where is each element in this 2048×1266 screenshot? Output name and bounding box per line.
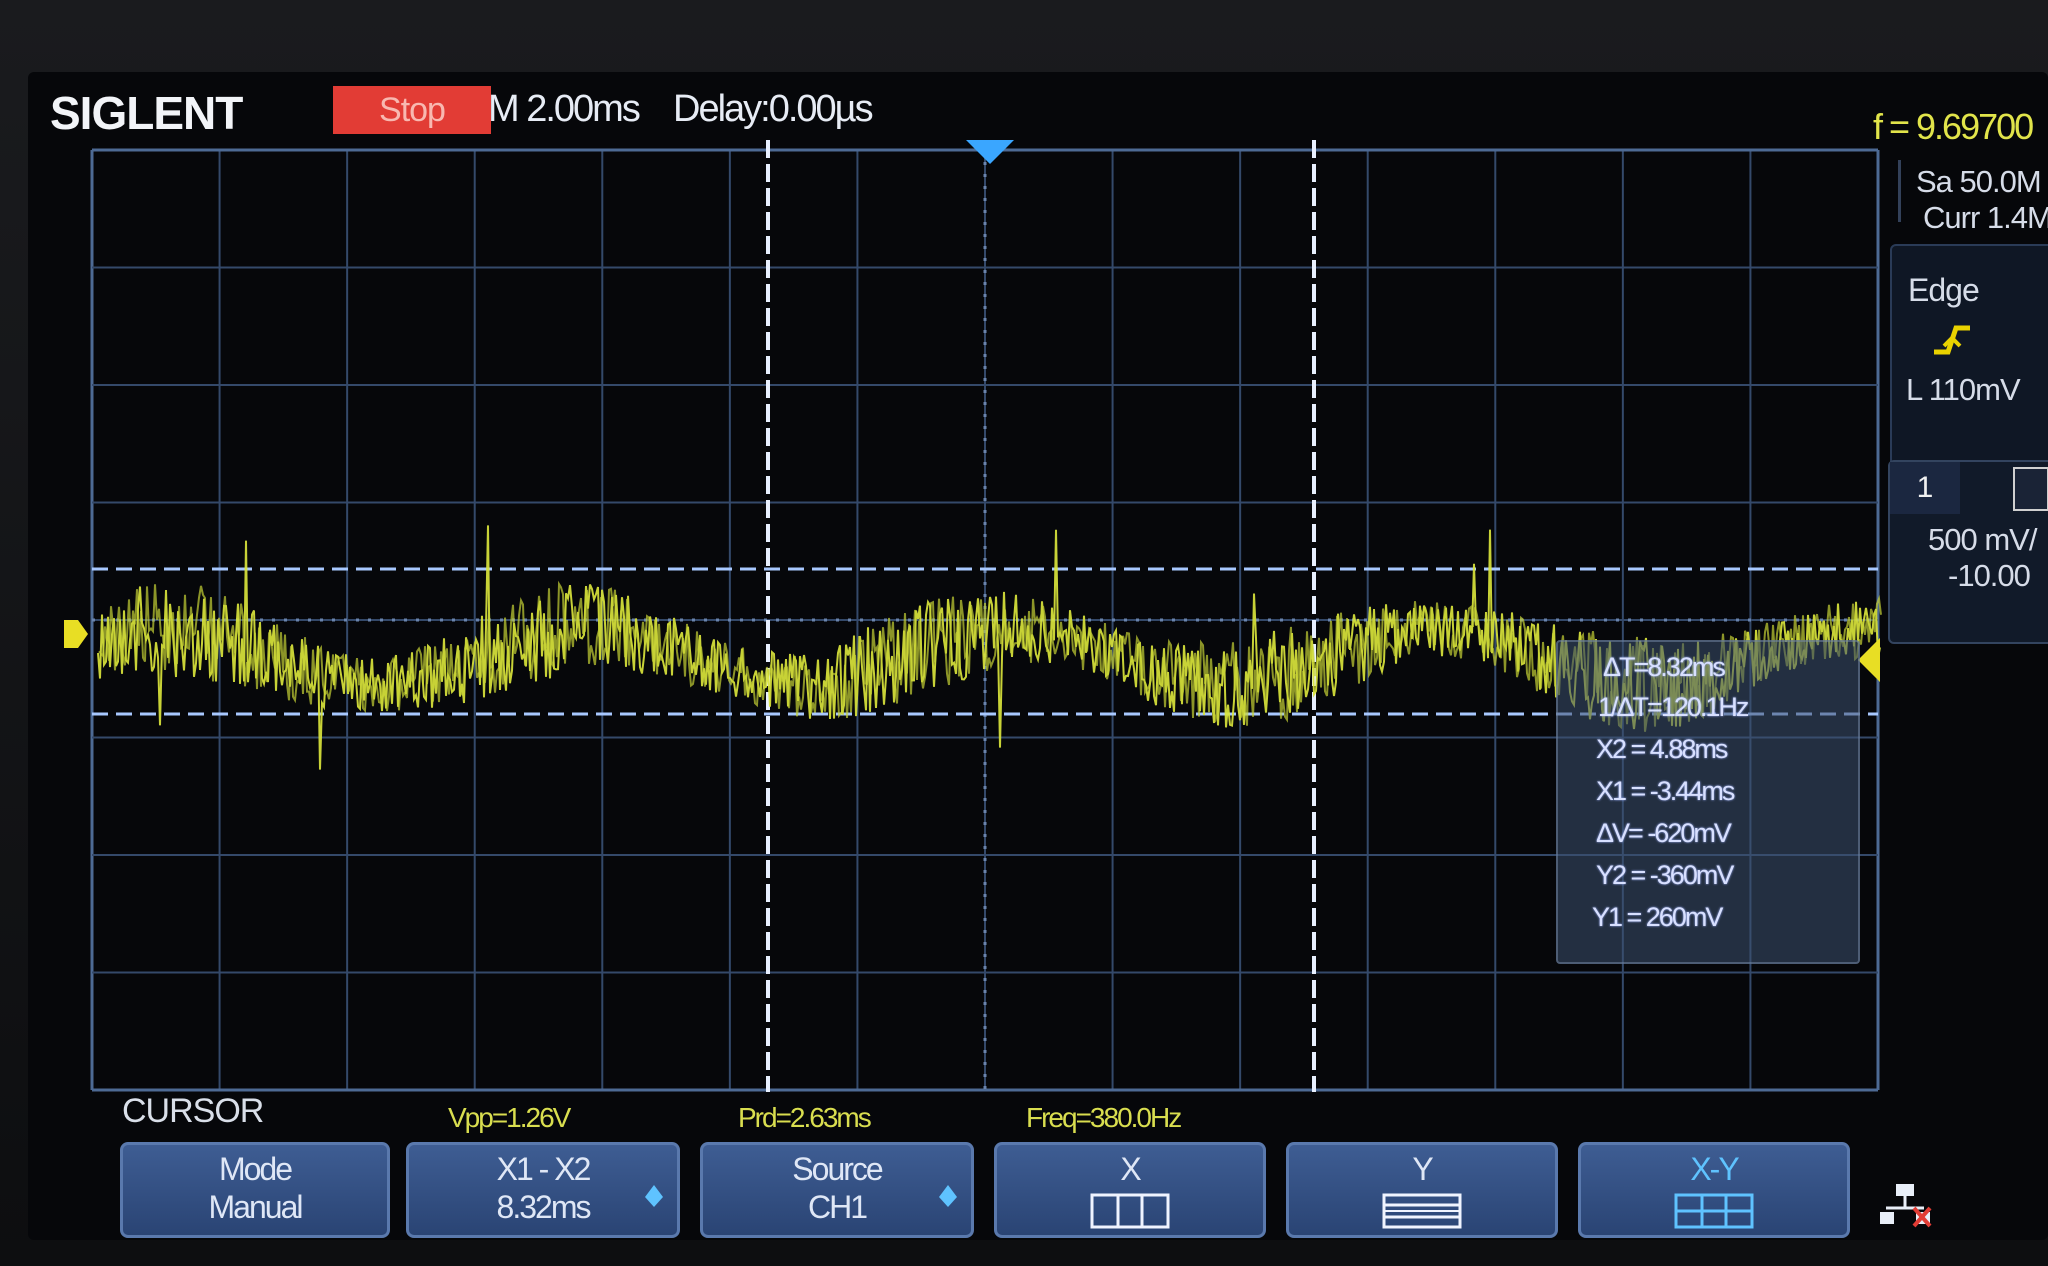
softkey-label: Mode — [218, 1151, 293, 1187]
delta-t: ΔT=8.32ms — [1603, 652, 1726, 682]
softkey-value: CH1 — [807, 1189, 868, 1225]
y2-value: Y2 = -360mV — [1596, 860, 1734, 890]
network-icon — [1880, 1184, 1932, 1228]
measure-frequency: Freq=380.0Hz — [1026, 1102, 1182, 1133]
adjust-knob-icon — [645, 1185, 663, 1197]
softkey-label: X — [1120, 1151, 1141, 1187]
trigger-position-marker[interactable] — [966, 140, 1014, 164]
softkey-x1-x2[interactable]: X1 - X2 8.32ms — [406, 1142, 680, 1238]
menu-title: CURSOR — [122, 1092, 264, 1130]
x2-value: X2 = 4.88ms — [1596, 734, 1728, 764]
adjust-knob-icon — [939, 1185, 957, 1197]
xy-cursor-icon — [1674, 1193, 1754, 1229]
softkey-mode[interactable]: Mode Manual — [120, 1142, 390, 1238]
softkey-label: X1 - X2 — [496, 1151, 592, 1187]
measure-vpp: Vpp=1.26V — [448, 1102, 571, 1133]
adjust-knob-icon — [645, 1197, 663, 1207]
softkey-y-cursor[interactable]: Y — [1286, 1142, 1558, 1238]
delta-v: ΔV= -620mV — [1596, 818, 1732, 848]
softkey-value: 8.32ms — [496, 1189, 592, 1225]
softkey-x-y-cursor[interactable]: X-Y — [1578, 1142, 1850, 1238]
adjust-knob-icon — [939, 1197, 957, 1207]
y1-value: Y1 = 260mV — [1592, 902, 1723, 932]
inverse-delta-t: 1/ΔT=120.1Hz — [1598, 692, 1749, 722]
x1-value: X1 = -3.44ms — [1596, 776, 1735, 806]
softkey-source[interactable]: Source CH1 — [700, 1142, 974, 1238]
y-cursor-icon — [1382, 1193, 1462, 1229]
softkey-label: Y — [1412, 1151, 1433, 1187]
measure-period: Prd=2.63ms — [738, 1102, 872, 1133]
softkey-label: X-Y — [1690, 1151, 1739, 1187]
channel-1-ground-marker[interactable] — [64, 620, 88, 648]
softkey-x-cursor[interactable]: X — [994, 1142, 1266, 1238]
x-cursor-icon — [1090, 1193, 1170, 1229]
oscilloscope-screen: SIGLENT Stop M 2.00ms Delay:0.00µs f = 9… — [28, 72, 2048, 1240]
softkey-value: Manual — [208, 1189, 304, 1225]
softkey-label: Source — [792, 1151, 883, 1187]
